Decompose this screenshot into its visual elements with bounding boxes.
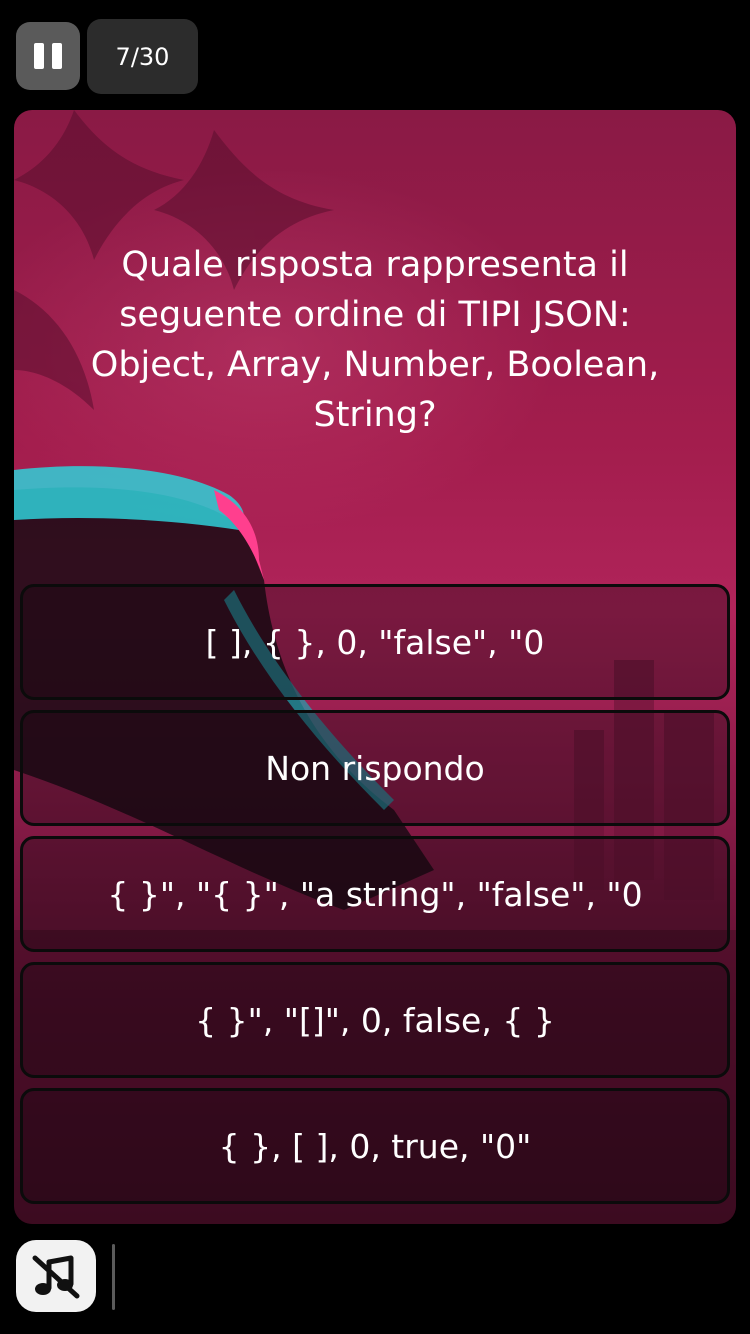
pause-icon (34, 43, 44, 69)
answer-option-5[interactable]: { }, [ ], 0, true, "0" (20, 1088, 730, 1204)
pause-button[interactable] (16, 22, 80, 90)
bottom-bar (0, 1224, 750, 1334)
top-bar: 7/30 (0, 0, 750, 110)
question-text: Quale risposta rappresenta il seguente o… (90, 245, 660, 435)
answer-option-1[interactable]: [ ], { }, 0, "false", "0 (20, 584, 730, 700)
divider (112, 1244, 115, 1310)
answer-option-2[interactable]: Non rispondo (20, 710, 730, 826)
answer-option-4[interactable]: { }", "[]", 0, false, { } (20, 962, 730, 1078)
question-card: Quale risposta rappresenta il seguente o… (14, 110, 736, 1224)
music-toggle-button[interactable] (16, 1240, 96, 1312)
pause-icon-bar (52, 43, 62, 69)
question-counter: 7/30 (87, 19, 198, 94)
music-off-icon (32, 1255, 80, 1299)
answer-option-3[interactable]: { }", "{ }", "a string", "false", "0 (20, 836, 730, 952)
